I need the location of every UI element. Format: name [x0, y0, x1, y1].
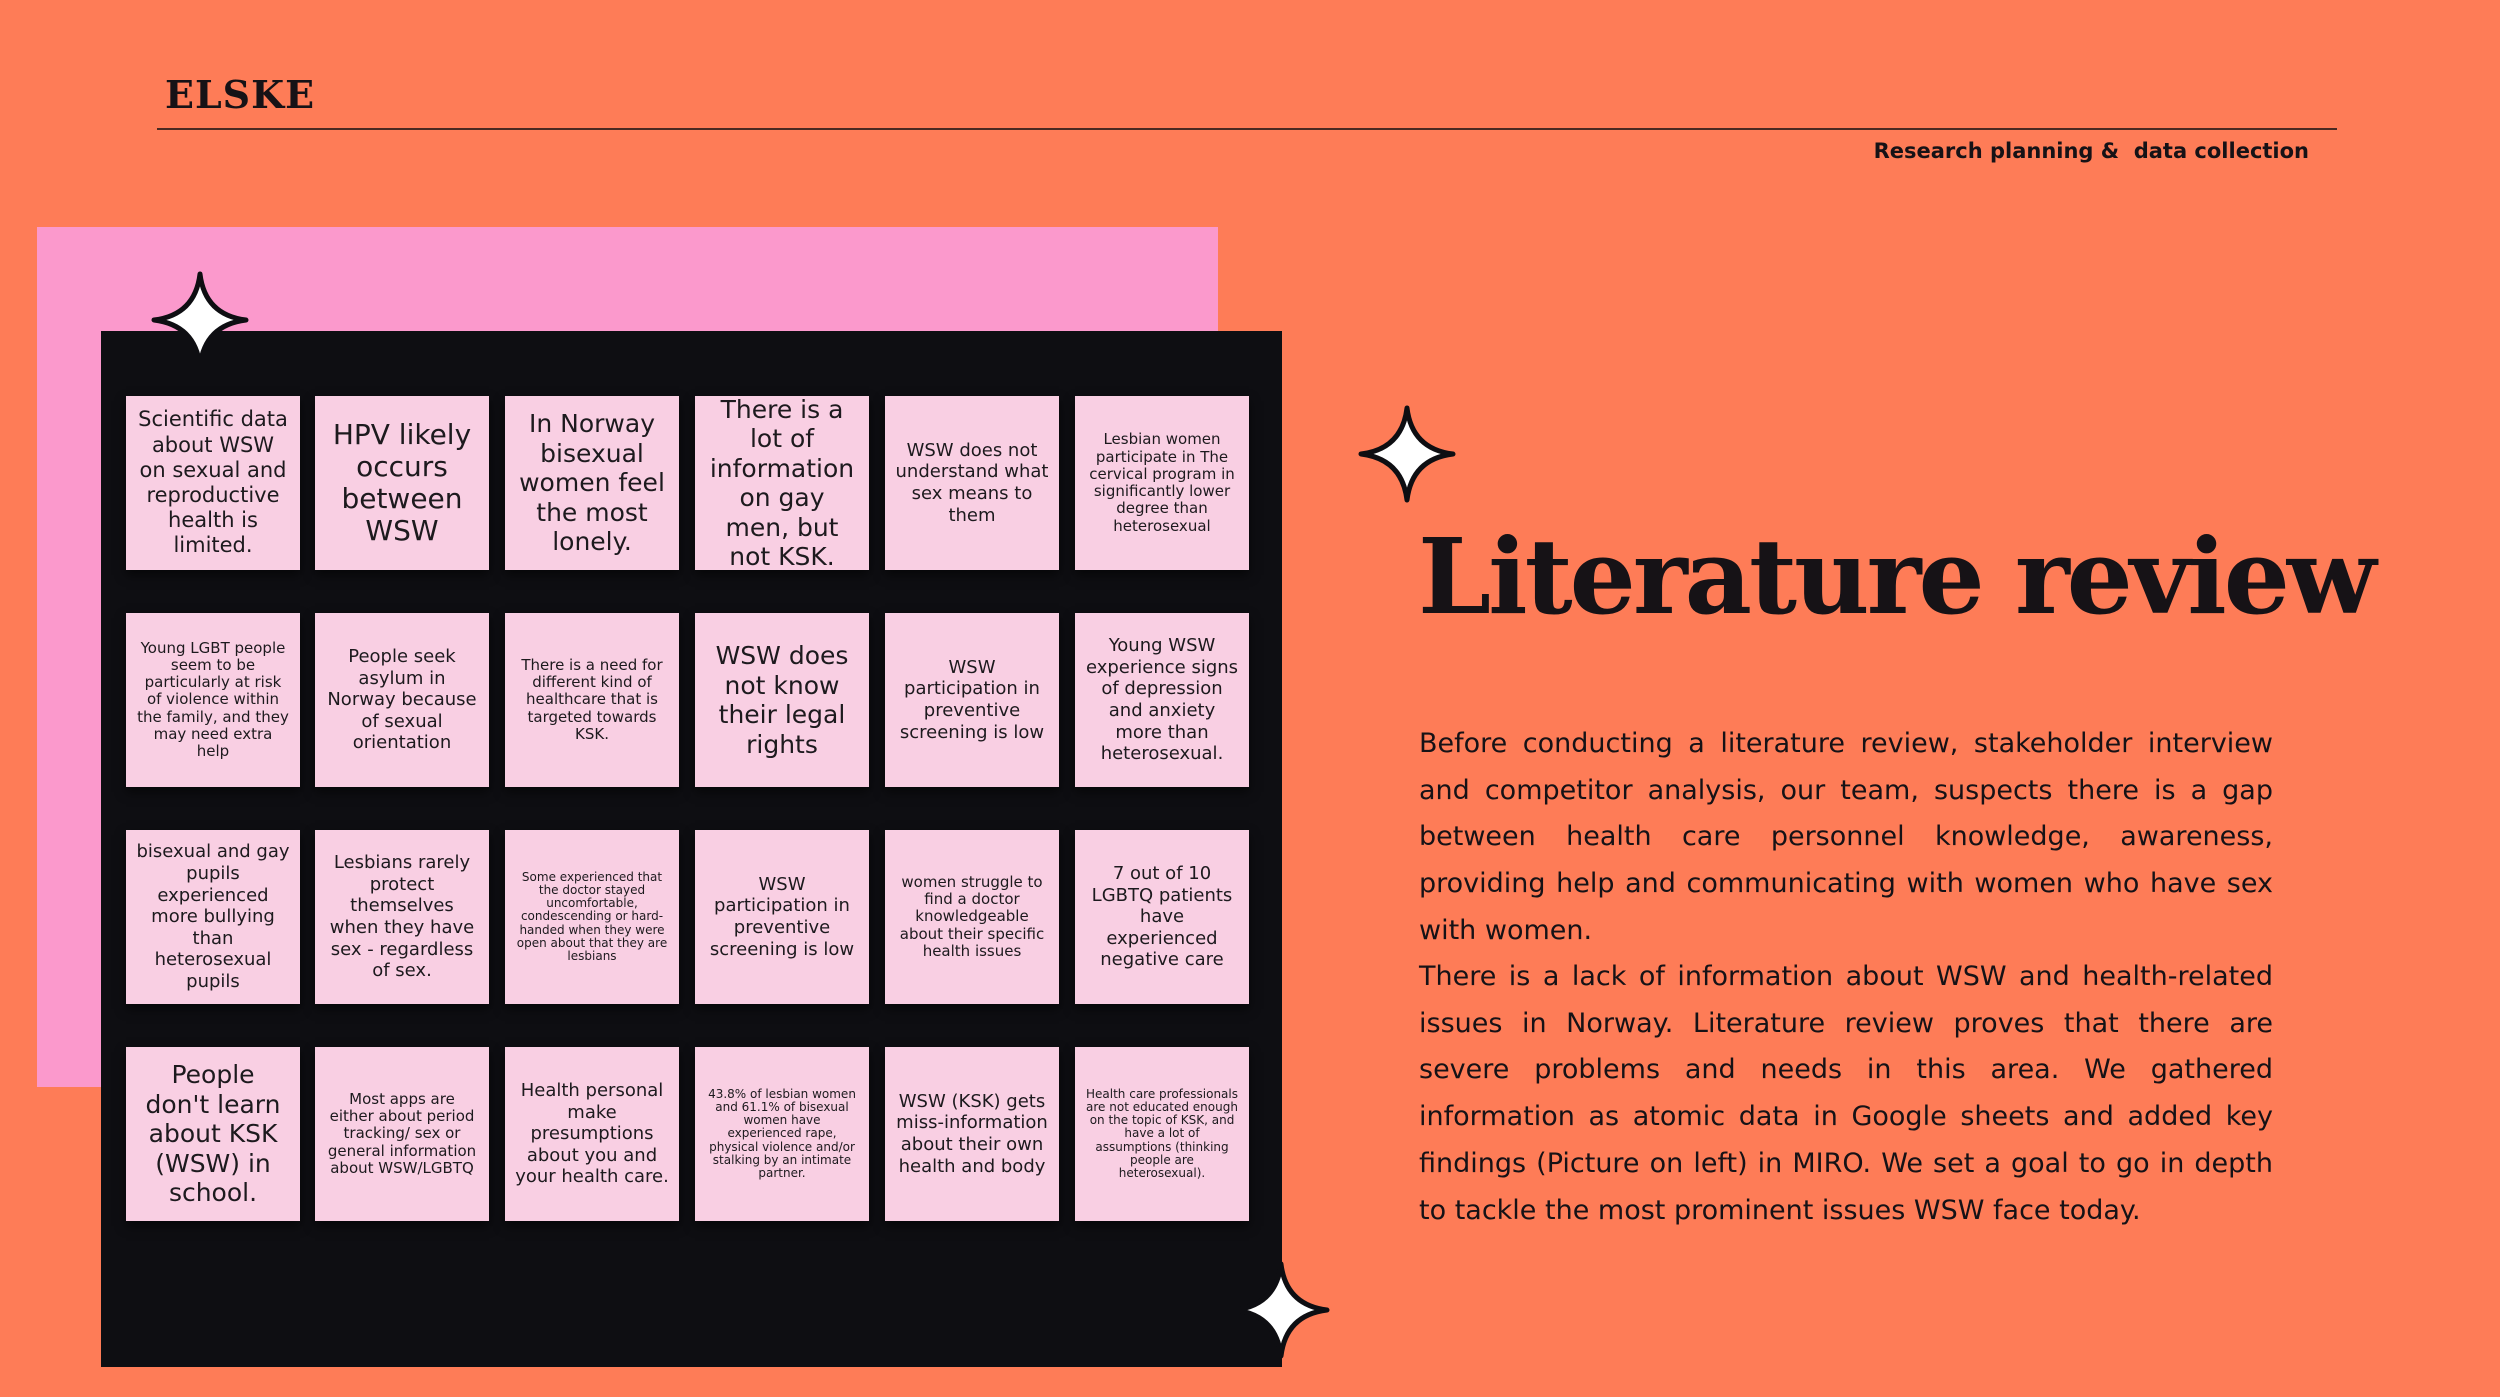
sticky-note: There is a need for different kind of he…	[505, 613, 679, 787]
sticky-note-text: Scientific data about WSW on sexual and …	[138, 407, 288, 558]
sticky-note-text: bisexual and gay pupils experienced more…	[136, 841, 290, 992]
sticky-note: WSW participation in preventive screenin…	[695, 830, 869, 1004]
sticky-note-text: WSW does not know their legal rights	[715, 641, 849, 759]
sticky-note-text: women struggle to find a doctor knowledg…	[899, 872, 1045, 960]
sticky-note-text: There is a lot of information on gay men…	[709, 396, 855, 570]
sparkle-icon	[151, 271, 249, 369]
sticky-note: People don't learn about KSK (WSW) in sc…	[126, 1047, 300, 1221]
sticky-note: Lesbian women participate in The cervica…	[1075, 396, 1249, 570]
intro-paragraph: Before conducting a literature review, s…	[1419, 728, 2273, 946]
sticky-note-text: HPV likely occurs between WSW	[332, 417, 472, 548]
sticky-note: Lesbians rarely protect themselves when …	[315, 830, 489, 1004]
sticky-note-text: 7 out of 10 LGBTQ patients have experien…	[1091, 863, 1233, 971]
brand-logo: ELSKE	[165, 72, 316, 117]
header-divider	[157, 128, 2337, 130]
sparkle-icon	[1232, 1261, 1330, 1359]
sticky-note: 43.8% of lesbian women and 61.1% of bise…	[695, 1047, 869, 1221]
sticky-note: Some experienced that the doctor stayed …	[505, 830, 679, 1004]
sticky-note-text: WSW does not understand what sex means t…	[895, 439, 1049, 526]
sticky-note-text: Lesbian women participate in The cervica…	[1089, 430, 1235, 535]
sticky-note: HPV likely occurs between WSW	[315, 396, 489, 570]
sticky-note: Health care professionals are not educat…	[1075, 1047, 1249, 1221]
sticky-note: women struggle to find a doctor knowledg…	[885, 830, 1059, 1004]
sparkle-icon	[1358, 405, 1456, 503]
sticky-note: WSW does not know their legal rights	[695, 613, 869, 787]
sticky-note: WSW participation in preventive screenin…	[885, 613, 1059, 787]
sticky-note-text: Some experienced that the doctor stayed …	[516, 869, 668, 963]
sticky-note: 7 out of 10 LGBTQ patients have experien…	[1075, 830, 1249, 1004]
sticky-note: WSW does not understand what sex means t…	[885, 396, 1059, 570]
sticky-note: People seek asylum in Norway because of …	[315, 613, 489, 787]
sticky-note-text: There is a need for different kind of he…	[521, 655, 663, 743]
sticky-note-text: Lesbians rarely protect themselves when …	[329, 852, 475, 982]
sticky-note: bisexual and gay pupils experienced more…	[126, 830, 300, 1004]
miro-board: Scientific data about WSW on sexual and …	[101, 331, 1282, 1367]
sticky-note: Young WSW experience signs of depression…	[1075, 613, 1249, 787]
sticky-note-text: Health personal make presumptions about …	[515, 1080, 669, 1188]
sticky-note-text: Health care professionals are not educat…	[1086, 1086, 1238, 1180]
sticky-note-text: Most apps are either about period tracki…	[327, 1089, 477, 1177]
page-title: Literature review	[1418, 515, 2376, 638]
sticky-note: Health personal make presumptions about …	[505, 1047, 679, 1221]
sticky-note-text: WSW participation in preventive screenin…	[709, 873, 855, 960]
sticky-note-text: 43.8% of lesbian women and 61.1% of bise…	[708, 1086, 856, 1180]
sticky-note-text: Young WSW experience signs of depression…	[1085, 635, 1239, 765]
sticky-note-text: WSW (KSK) gets miss-information about th…	[896, 1090, 1048, 1177]
sticky-note-text: In Norway bisexual women feel the most l…	[519, 409, 665, 557]
sticky-note: Most apps are either about period tracki…	[315, 1047, 489, 1221]
sticky-note-text: People seek asylum in Norway because of …	[327, 646, 477, 754]
sticky-note: Young LGBT people seem to be particularl…	[126, 613, 300, 787]
sticky-note: There is a lot of information on gay men…	[695, 396, 869, 570]
section-label: Research planning & data collection	[1873, 139, 2309, 163]
findings-paragraph: There is a lack of information about WSW…	[1419, 961, 2273, 1226]
sticky-note-text: People don't learn about KSK (WSW) in sc…	[145, 1060, 281, 1208]
sticky-note-text: WSW participation in preventive screenin…	[899, 656, 1045, 743]
sticky-note-text: Young LGBT people seem to be particularl…	[137, 638, 289, 761]
sticky-note: WSW (KSK) gets miss-information about th…	[885, 1047, 1059, 1221]
sticky-note: Scientific data about WSW on sexual and …	[126, 396, 300, 570]
sticky-note: In Norway bisexual women feel the most l…	[505, 396, 679, 570]
